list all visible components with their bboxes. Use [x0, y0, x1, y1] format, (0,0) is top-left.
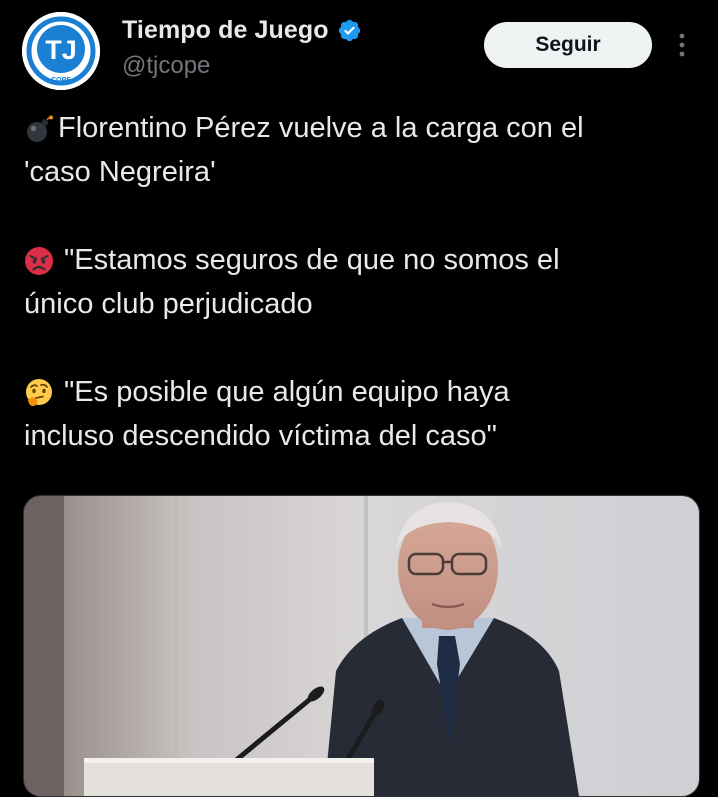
angry-face-emoji-icon [24, 245, 54, 275]
tweet-line: incluso descendido víctima del caso" [24, 414, 700, 458]
tjcope-logo-icon: TJ COPE [22, 12, 100, 90]
tweet-line-text: incluso descendido víctima del caso" [24, 420, 497, 452]
tweet-line-text: 'caso Negreira' [24, 156, 216, 188]
author-name-row: Tiempo de Juego [122, 16, 362, 45]
avatar-logo-subtext: COPE [51, 77, 71, 84]
display-name[interactable]: Tiempo de Juego [122, 16, 329, 45]
tweet-media-photo[interactable] [23, 495, 700, 797]
tweet-line: único club perjudicado [24, 282, 700, 326]
tweet-line-text: Florentino Pérez vuelve a la carga con e… [58, 112, 584, 144]
tweet-line-text: "Estamos seguros de que no somos el [64, 244, 560, 276]
more-options-icon[interactable] [670, 28, 694, 62]
tweet-line: Florentino Pérez vuelve a la carga con e… [24, 106, 700, 150]
tweet-line: "Estamos seguros de que no somos el [24, 238, 700, 282]
speaker-at-podium-photo [24, 496, 699, 796]
tweet-text: Florentino Pérez vuelve a la carga con e… [24, 106, 700, 458]
tweet-line: "Es posible que algún equipo haya [24, 370, 700, 414]
thinking-face-emoji-icon [24, 377, 54, 407]
avatar[interactable]: TJ COPE [22, 12, 100, 90]
bomb-emoji-icon [24, 113, 54, 143]
tweet-line: 'caso Negreira' [24, 150, 700, 194]
follow-button[interactable]: Seguir [484, 22, 652, 68]
avatar-logo-text: TJ [45, 35, 77, 65]
tweet-line-text: "Es posible que algún equipo haya [64, 376, 510, 408]
account-handle[interactable]: @tjcope [122, 52, 210, 80]
tweet-line-text: único club perjudicado [24, 288, 313, 320]
verified-badge-icon [337, 18, 362, 43]
